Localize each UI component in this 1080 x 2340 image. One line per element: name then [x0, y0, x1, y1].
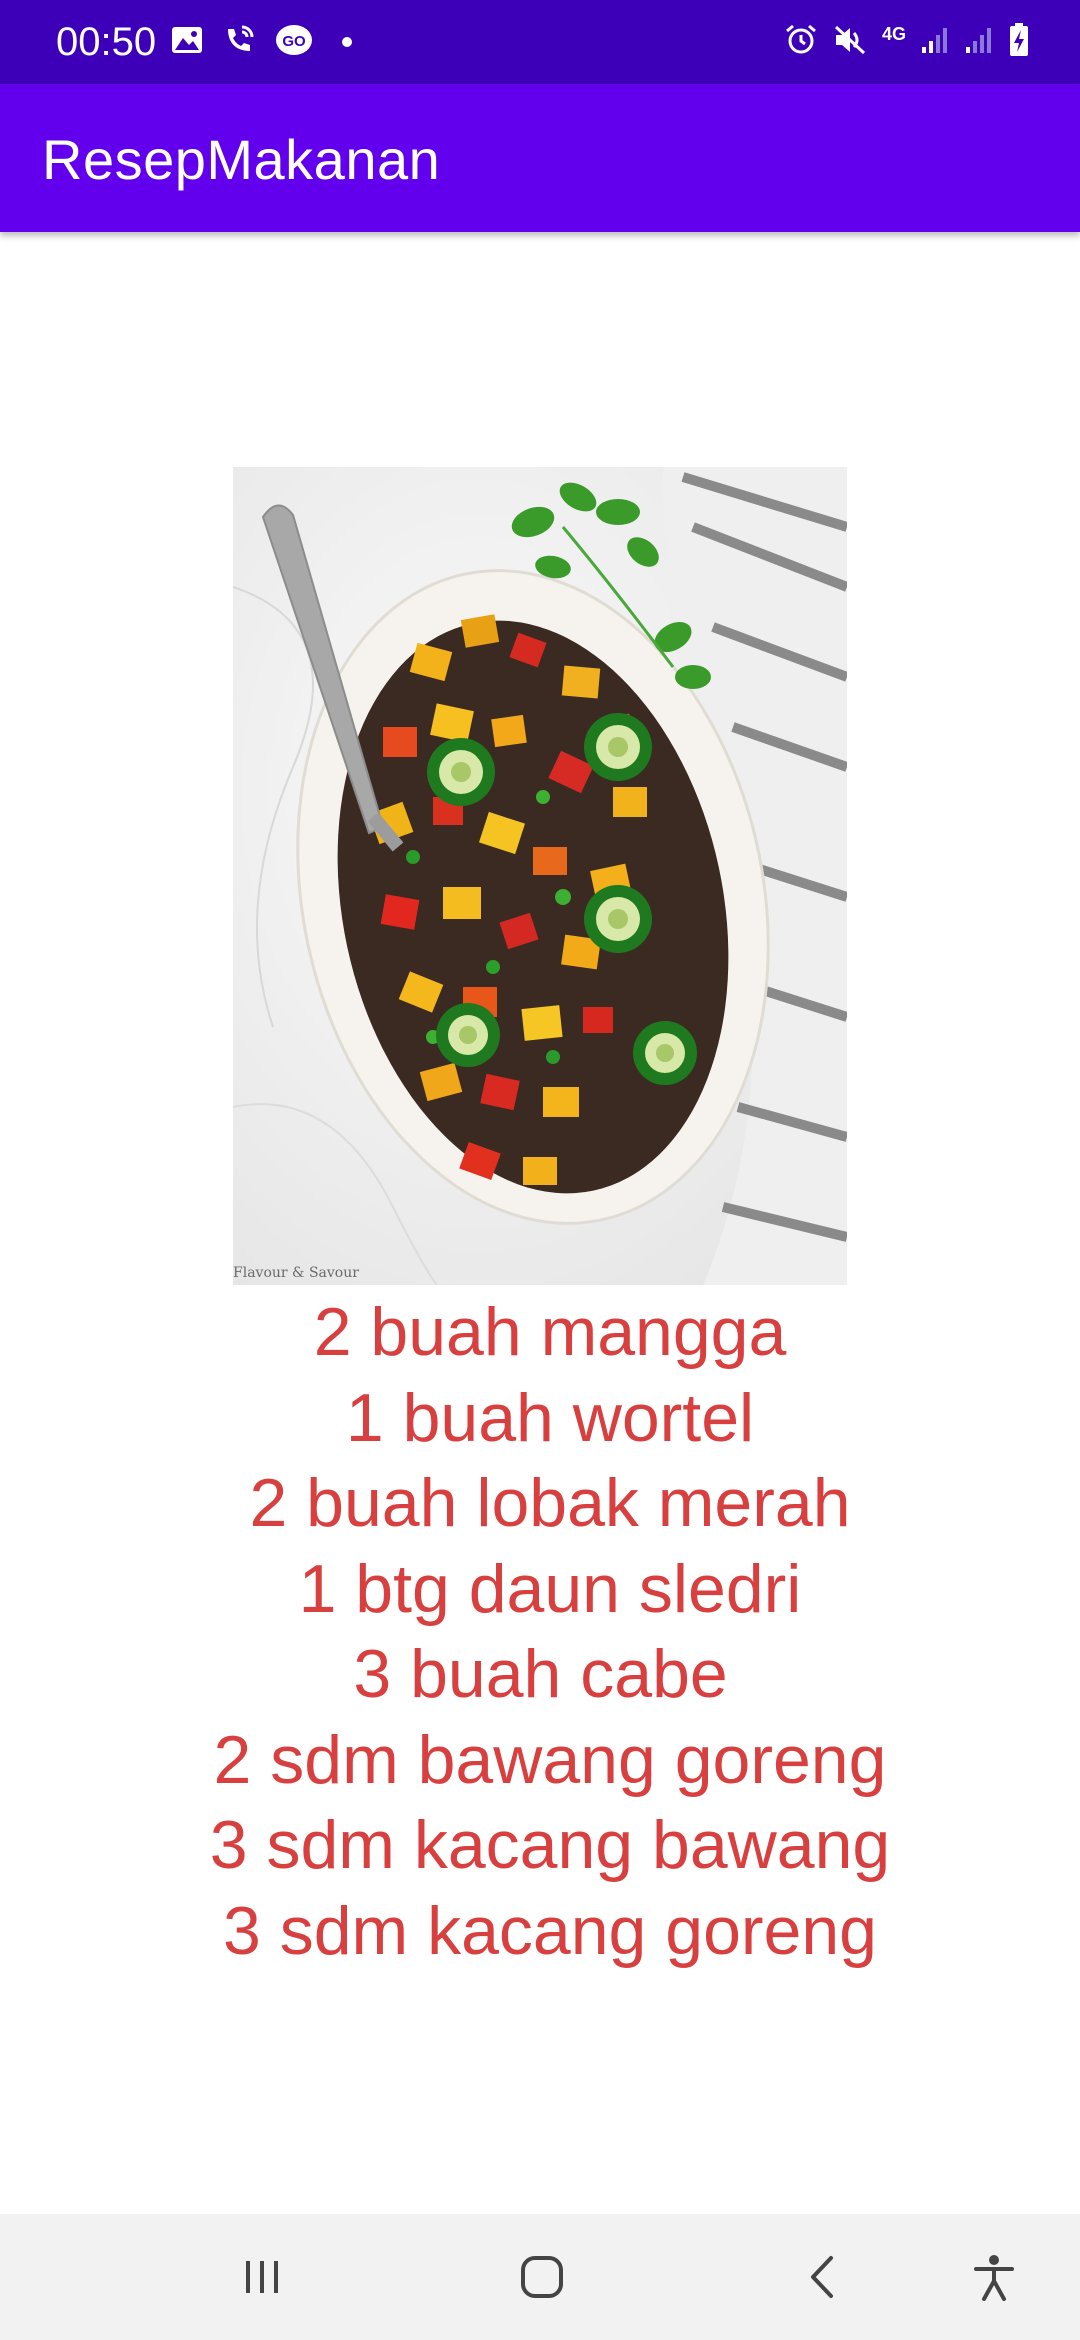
alarm-icon	[784, 23, 818, 62]
accessibility-icon	[974, 2255, 1014, 2301]
recents-icon	[246, 2261, 278, 2293]
navigation-bar	[0, 2214, 1080, 2340]
recents-button[interactable]	[202, 2214, 322, 2340]
accessibility-button[interactable]	[934, 2214, 1054, 2340]
ingredient-item: 2 buah mangga	[313, 1294, 787, 1370]
back-button[interactable]	[762, 2214, 882, 2340]
ingredient-item: 2 buah lobak merah	[249, 1465, 851, 1541]
status-left-icons: GO	[170, 22, 352, 62]
back-icon	[811, 2256, 833, 2298]
battery-charging-icon	[1008, 22, 1030, 63]
go-icon: GO	[274, 23, 314, 62]
app-title: ResepMakanan	[42, 128, 441, 191]
home-icon	[521, 2256, 563, 2298]
dot-icon	[342, 37, 352, 47]
ingredients-list: 2 buah mangga 1 buah wortel 2 buah lobak…	[0, 1290, 1080, 1974]
gallery-icon	[170, 25, 204, 60]
svg-text:GO: GO	[282, 33, 306, 50]
wifi-call-icon	[222, 23, 256, 62]
signal-icon	[920, 25, 950, 60]
status-bar: 00:50 GO 4G	[0, 0, 1080, 84]
status-right-icons: 4G	[784, 20, 1030, 64]
signal-icon	[964, 25, 994, 60]
mute-icon	[832, 23, 868, 62]
ingredient-item: 2 sdm bawang goreng	[213, 1721, 887, 1798]
network-type-label: 4G	[881, 24, 906, 44]
ingredient-item: 3 sdm kacang bawang	[209, 1807, 891, 1883]
screen: 00:50 GO 4G ResepMakanan Flavour & Savou…	[0, 0, 1080, 2340]
ingredient-item: 1 btg daun sledri	[298, 1550, 802, 1627]
ingredient-item: 1 buah wortel	[345, 1379, 755, 1456]
app-bar: ResepMakanan	[0, 84, 1080, 232]
recipe-image: Flavour & Savour	[233, 467, 847, 1285]
ingredient-item: 3 sdm kacang goreng	[223, 1892, 877, 1969]
image-watermark: Flavour & Savour	[233, 1265, 359, 1281]
status-time: 00:50	[56, 20, 157, 64]
ingredient-item: 3 buah cabe	[353, 1636, 747, 1712]
home-button[interactable]	[482, 2214, 602, 2340]
